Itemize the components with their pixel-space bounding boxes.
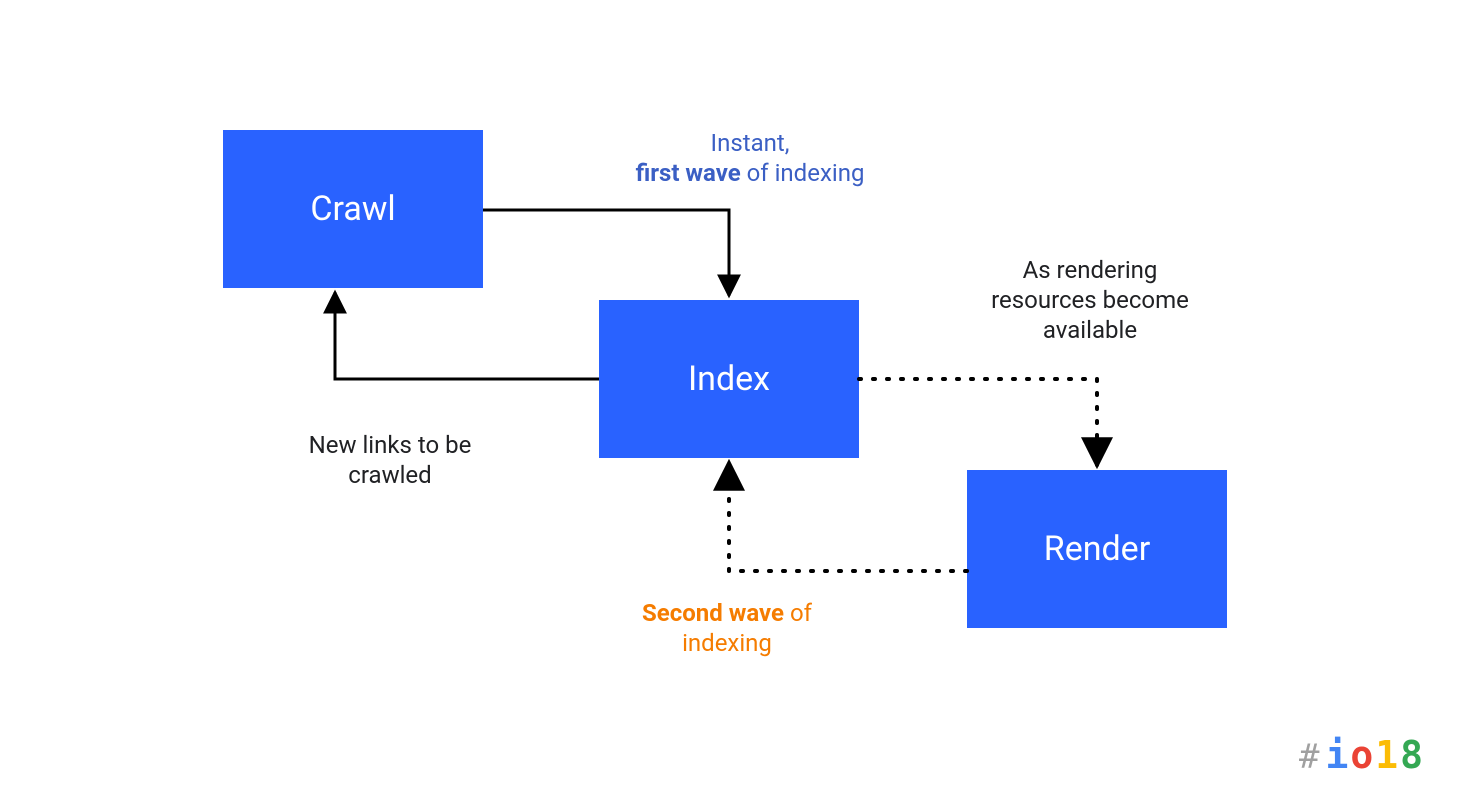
diagram-stage: Crawl Index Render Instant, first wave o… [0, 0, 1459, 801]
logo-char-i: i [1325, 733, 1350, 777]
logo-char-o: o [1350, 733, 1375, 777]
logo-char-1: 1 [1375, 733, 1400, 777]
label-first-wave-pre: Instant, [711, 129, 790, 157]
crawl-box: Crawl [223, 130, 483, 288]
label-avail-line1: As rendering [1023, 256, 1158, 284]
label-new-links-line1: New links to be [309, 431, 472, 459]
logo-hash: # [1299, 737, 1321, 777]
label-new-links-line2: crawled [348, 461, 431, 489]
index-box-label: Index [688, 359, 770, 399]
logo-char-8: 8 [1400, 733, 1425, 777]
io18-logo: # i o 1 8 [1299, 733, 1425, 777]
index-box: Index [599, 300, 859, 458]
label-second-wave-line2: indexing [682, 629, 772, 657]
crawl-box-label: Crawl [310, 189, 395, 229]
render-box: Render [967, 470, 1227, 628]
label-second-wave-post: of [784, 599, 812, 627]
edge-crawl-to-index [483, 210, 729, 296]
label-first-wave: Instant, first wave of indexing [600, 128, 900, 188]
render-box-label: Render [1044, 529, 1150, 569]
label-avail-line3: available [1043, 316, 1137, 344]
label-first-wave-bold: first wave [636, 159, 741, 187]
edge-index-to-crawl [335, 292, 599, 379]
label-new-links: New links to be crawled [260, 430, 520, 490]
label-resources-available: As rendering resources become available [960, 255, 1220, 345]
label-first-wave-post: of indexing [741, 159, 865, 187]
edge-index-to-render [859, 379, 1097, 466]
label-second-wave-bold: Second wave [642, 599, 784, 627]
label-avail-line2: resources become [991, 286, 1189, 314]
edge-render-to-index [729, 462, 967, 571]
label-second-wave: Second wave of indexing [597, 598, 857, 658]
